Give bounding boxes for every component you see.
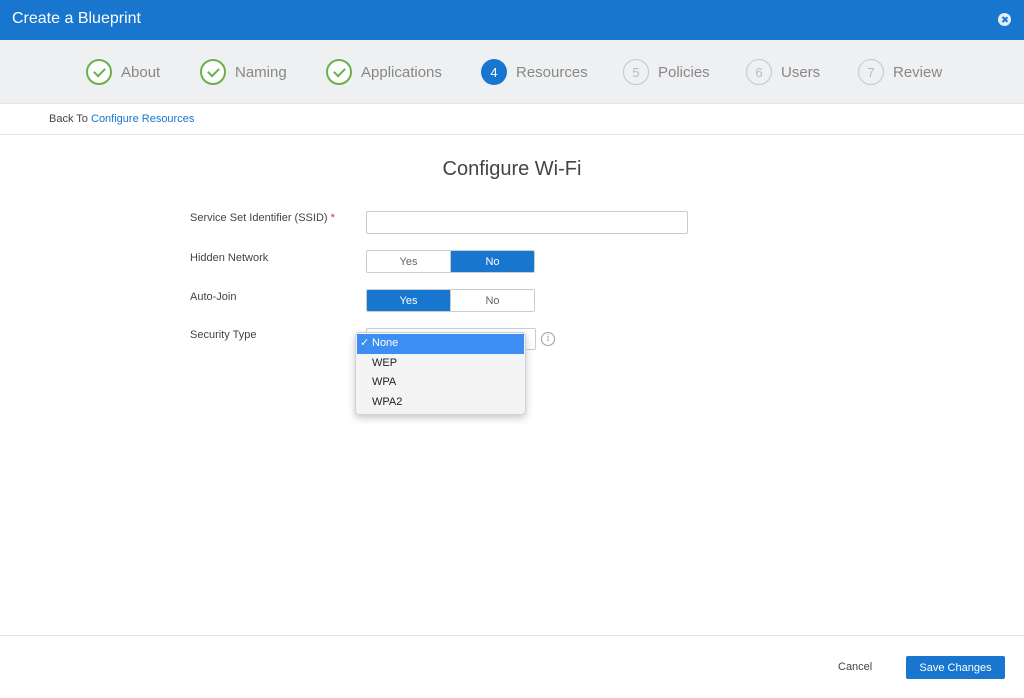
auto-join-no-button[interactable]: No bbox=[450, 290, 534, 311]
cancel-button[interactable]: Cancel bbox=[838, 661, 872, 673]
back-link[interactable]: Configure Resources bbox=[91, 113, 194, 125]
step-resources[interactable]: 4 Resources bbox=[481, 59, 588, 85]
ssid-label-text: Service Set Identifier (SSID) bbox=[190, 212, 328, 224]
step-review[interactable]: 7 Review bbox=[858, 59, 942, 85]
auto-join-toggle: Yes No bbox=[366, 289, 535, 312]
save-changes-button[interactable]: Save Changes bbox=[906, 656, 1005, 679]
check-circle-icon bbox=[86, 59, 112, 85]
close-icon[interactable] bbox=[998, 13, 1011, 26]
dropdown-option-wep[interactable]: WEP bbox=[356, 354, 525, 374]
ssid-input[interactable] bbox=[366, 211, 688, 234]
step-label: Review bbox=[893, 63, 943, 81]
hidden-network-no-button[interactable]: No bbox=[450, 251, 534, 272]
page-title: Configure Wi-Fi bbox=[442, 158, 582, 180]
option-label: WPA bbox=[372, 376, 397, 389]
breadcrumb: Back To Configure Resources bbox=[0, 104, 1024, 135]
option-label: WEP bbox=[372, 356, 398, 369]
step-number: 7 bbox=[858, 59, 884, 85]
wizard-steps: About Naming Applications 4 Resources 5 … bbox=[0, 40, 1024, 104]
step-label: Resources bbox=[516, 63, 588, 81]
hidden-network-label: Hidden Network bbox=[190, 252, 269, 264]
step-number: 6 bbox=[746, 59, 772, 85]
title-bar: Create a Blueprint bbox=[0, 0, 1024, 40]
security-type-label: Security Type bbox=[190, 329, 257, 341]
step-label: Naming bbox=[235, 63, 287, 81]
checkmark-icon: ✓ bbox=[360, 337, 370, 349]
step-label: Applications bbox=[361, 63, 442, 81]
step-policies[interactable]: 5 Policies bbox=[623, 59, 710, 85]
option-label: WPA2 bbox=[372, 395, 403, 408]
footer: Cancel Save Changes bbox=[0, 635, 1024, 698]
window-title: Create a Blueprint bbox=[12, 10, 141, 27]
step-number: 4 bbox=[481, 59, 507, 85]
dropdown-option-wpa[interactable]: WPA bbox=[356, 373, 525, 393]
step-label: Users bbox=[781, 63, 821, 81]
required-mark: * bbox=[330, 212, 335, 224]
ssid-label: Service Set Identifier (SSID) * bbox=[190, 212, 335, 224]
option-label: None bbox=[372, 337, 399, 349]
dropdown-option-none[interactable]: ✓ None bbox=[357, 334, 524, 354]
step-users[interactable]: 6 Users bbox=[746, 59, 820, 85]
auto-join-yes-button[interactable]: Yes bbox=[367, 290, 450, 311]
hidden-network-toggle: Yes No bbox=[366, 250, 535, 273]
step-label: Policies bbox=[658, 63, 710, 81]
dropdown-option-wpa2[interactable]: WPA2 bbox=[356, 393, 525, 413]
breadcrumb-prefix: Back To bbox=[49, 113, 88, 125]
step-naming[interactable]: Naming bbox=[200, 59, 287, 85]
info-icon[interactable]: i bbox=[541, 332, 555, 346]
check-circle-icon bbox=[326, 59, 352, 85]
check-circle-icon bbox=[200, 59, 226, 85]
step-number: 5 bbox=[623, 59, 649, 85]
step-applications[interactable]: Applications bbox=[326, 59, 442, 85]
step-about[interactable]: About bbox=[86, 59, 160, 85]
security-type-dropdown: ✓ None WEP WPA WPA2 bbox=[355, 332, 526, 415]
hidden-network-yes-button[interactable]: Yes bbox=[367, 251, 450, 272]
auto-join-label: Auto-Join bbox=[190, 291, 237, 303]
step-label: About bbox=[121, 63, 161, 81]
